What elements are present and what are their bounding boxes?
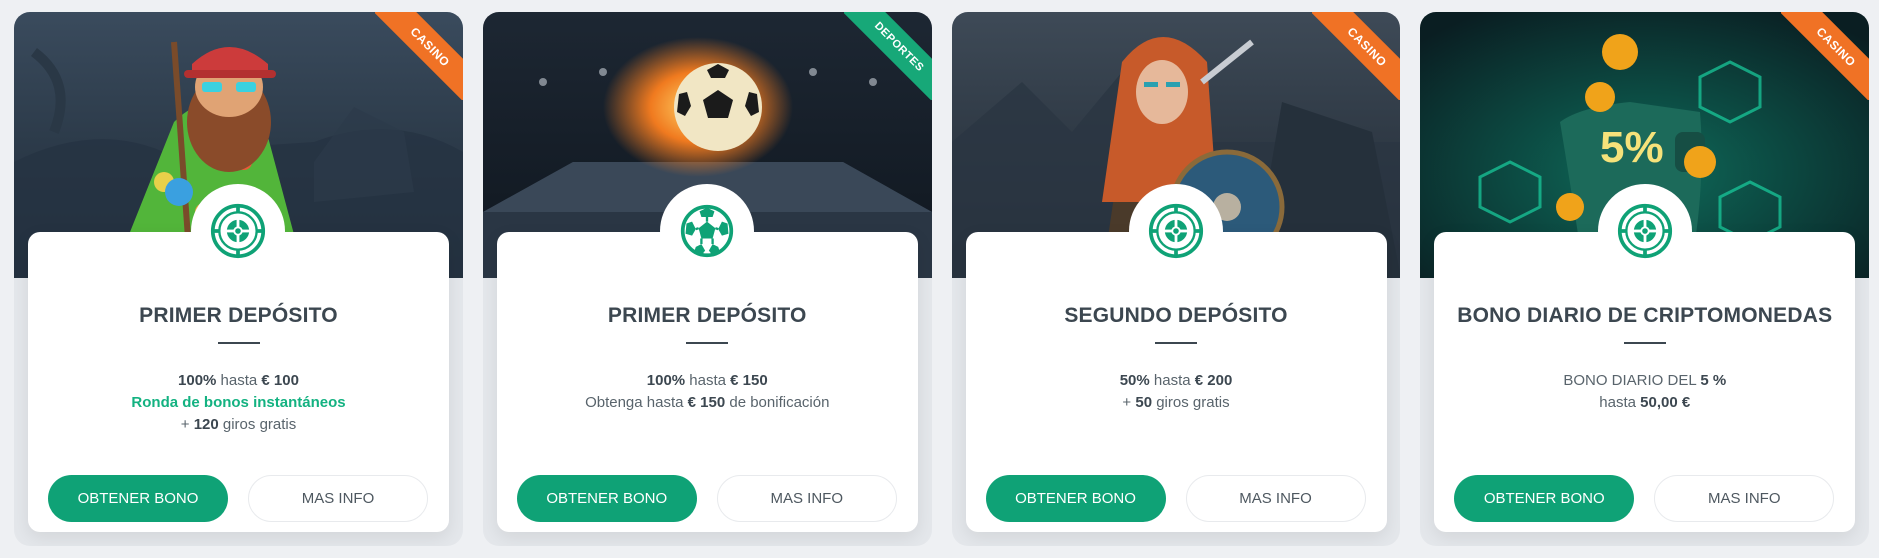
divider bbox=[686, 342, 729, 344]
card-description: BONO DIARIO DEL 5 % hasta 50,00 € bbox=[1434, 370, 1855, 414]
mas-info-button[interactable]: MAS INFO bbox=[1185, 475, 1366, 522]
hero-percent-text: 5% bbox=[1600, 123, 1664, 172]
card-description: 100% hasta € 150 Obtenga hasta € 150 de … bbox=[497, 370, 918, 414]
desc-line-1: 50% hasta € 200 bbox=[1119, 372, 1233, 389]
desc-line-2: + 50 giros gratis bbox=[1122, 394, 1230, 411]
desc-line-3: + 120 giros gratis bbox=[180, 416, 297, 433]
card-description: 50% hasta € 200 + 50 giros gratis bbox=[966, 370, 1387, 414]
obtener-bono-button[interactable]: OBTENER BONO bbox=[516, 475, 697, 522]
ribbon: DEPORTES bbox=[843, 12, 932, 100]
bonus-card-primer-deposito-deportes: DEPORTES PRIMER DEPÓSITO 100% hasta € 15… bbox=[482, 12, 932, 546]
category-ribbon: DEPORTES bbox=[843, 12, 932, 100]
divider bbox=[217, 342, 260, 344]
desc-line-2: Obtenga hasta € 150 de bonificación bbox=[585, 394, 830, 411]
mas-info-button[interactable]: MAS INFO bbox=[248, 475, 428, 522]
category-ribbon: CASINO bbox=[1312, 12, 1401, 100]
badge bbox=[191, 184, 286, 278]
desc-line-1: 100% hasta € 150 bbox=[646, 372, 768, 389]
card-title: SEGUNDO DEPÓSITO bbox=[1064, 304, 1288, 327]
desc-line-2: hasta 50,00 € bbox=[1599, 394, 1691, 411]
divider bbox=[1623, 342, 1666, 344]
badge bbox=[1128, 184, 1223, 278]
roulette-icon bbox=[210, 203, 266, 259]
mas-info-button[interactable]: MAS INFO bbox=[716, 475, 897, 522]
roulette-icon bbox=[1617, 203, 1673, 259]
desc-line-1: 100% hasta € 100 bbox=[178, 372, 299, 389]
mas-info-button[interactable]: MAS INFO bbox=[1654, 475, 1835, 522]
soccer-ball-icon bbox=[679, 203, 735, 259]
desc-line-1: BONO DIARIO DEL 5 % bbox=[1563, 372, 1727, 389]
badge bbox=[1597, 184, 1692, 278]
category-ribbon: CASINO bbox=[374, 12, 463, 100]
bonus-card-bono-diario-criptomonedas: 5% CASINO BONO DIARIO DE CRIPTOMONEDAS B… bbox=[1420, 12, 1869, 546]
ribbon: CASINO bbox=[1781, 12, 1869, 100]
card-description: 100% hasta € 100 Ronda de bonos instantá… bbox=[28, 370, 449, 436]
obtener-bono-button[interactable]: OBTENER BONO bbox=[985, 475, 1166, 522]
bonus-card-primer-deposito-casino: CASINO PRIMER DEPÓSITO 100% hasta € 100 … bbox=[14, 12, 463, 546]
bonus-cards-row: CASINO PRIMER DEPÓSITO 100% hasta € 100 … bbox=[14, 12, 1869, 546]
ribbon: CASINO bbox=[374, 12, 463, 100]
roulette-icon bbox=[1148, 203, 1204, 259]
desc-line-2: Ronda de bonos instantáneos bbox=[131, 394, 346, 411]
card-title: PRIMER DEPÓSITO bbox=[139, 304, 338, 327]
card-title: BONO DIARIO DE CRIPTOMONEDAS bbox=[1457, 304, 1833, 327]
bonus-card-segundo-deposito: CASINO SEGUNDO DEPÓSITO 50% hasta € 200 … bbox=[951, 12, 1401, 546]
ribbon: CASINO bbox=[1312, 12, 1401, 100]
badge bbox=[660, 184, 755, 278]
divider bbox=[1155, 342, 1197, 344]
obtener-bono-button[interactable]: OBTENER BONO bbox=[48, 475, 228, 522]
category-ribbon: CASINO bbox=[1781, 12, 1869, 100]
card-title: PRIMER DEPÓSITO bbox=[607, 304, 807, 327]
obtener-bono-button[interactable]: OBTENER BONO bbox=[1454, 475, 1635, 522]
